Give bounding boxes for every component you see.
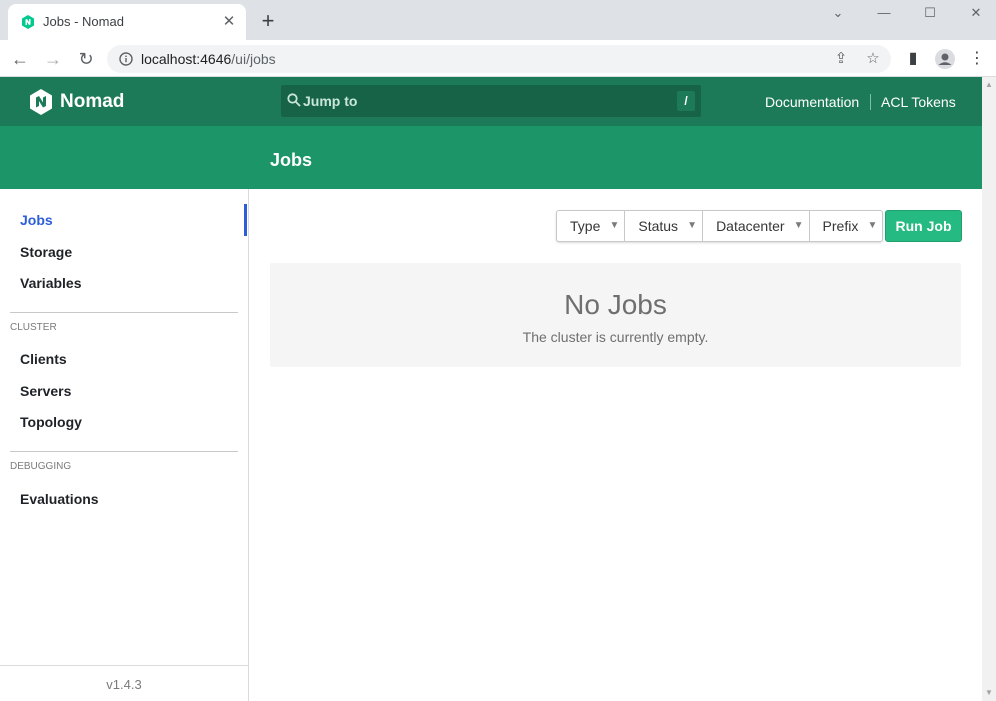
documentation-link[interactable]: Documentation <box>765 94 859 110</box>
empty-state-title: No Jobs <box>564 289 667 320</box>
page-scrollbar[interactable]: ▲ ▼ <box>982 77 996 701</box>
profile-icon[interactable] <box>934 48 956 70</box>
maximize-icon[interactable]: ☐ <box>919 4 941 22</box>
address-bar[interactable]: localhost:4646/ui/jobs ⇪ ☆ <box>107 45 891 73</box>
minimize-icon[interactable]: — <box>873 4 895 22</box>
reload-icon[interactable]: ↻ <box>75 48 97 70</box>
type-filter[interactable]: Type ▼ <box>557 211 626 241</box>
sidebar-divider <box>10 312 238 313</box>
search-shortcut-badge: / <box>677 91 695 111</box>
caret-down-icon: ▼ <box>793 220 804 231</box>
scroll-down-icon[interactable]: ▼ <box>985 689 993 697</box>
sidebar-footer-divider <box>0 665 248 666</box>
share-icon[interactable]: ⇪ <box>831 49 851 69</box>
nomad-app: Nomad Jump to / Documentation ACL Tokens… <box>0 77 982 701</box>
app-topbar: Nomad Jump to / Documentation ACL Tokens <box>0 77 982 126</box>
sidebar-group-debugging: DEBUGGING <box>10 461 72 472</box>
type-filter-label: Type <box>570 218 601 234</box>
empty-state: No Jobs The cluster is currently empty. <box>270 263 961 367</box>
datacenter-filter[interactable]: Datacenter ▼ <box>703 211 810 241</box>
close-icon[interactable]: ✕ <box>220 13 238 31</box>
acl-tokens-link[interactable]: ACL Tokens <box>881 94 956 110</box>
tab-title: Jobs - Nomad <box>43 14 124 29</box>
active-indicator <box>244 204 247 236</box>
caret-down-icon: ▼ <box>867 220 878 231</box>
sidebar-item-jobs[interactable]: Jobs <box>20 212 53 228</box>
search-icon <box>287 93 301 107</box>
sidebar-item-clients[interactable]: Clients <box>20 351 67 367</box>
sidebar-divider <box>10 451 238 452</box>
status-filter[interactable]: Status ▼ <box>625 211 704 241</box>
scroll-up-icon[interactable]: ▲ <box>985 81 993 89</box>
page-header: Jobs <box>0 126 982 189</box>
url-text: localhost:4646/ui/jobs <box>141 51 276 67</box>
status-filter-label: Status <box>638 218 679 234</box>
browser-tab[interactable]: Jobs - Nomad ✕ <box>8 4 246 40</box>
page-title: Jobs <box>270 150 313 170</box>
browser-toolbar: ← → ↻ localhost:4646/ui/jobs ⇪ ☆ ▮ ⋮ <box>0 40 996 77</box>
search-placeholder: Jump to <box>303 93 358 109</box>
brand-name[interactable]: Nomad <box>60 91 124 113</box>
main-content: Type ▼ Status ▼ Datacenter ▼ Prefix ▼ Run Jo… <box>249 189 982 701</box>
sidebar: Jobs Storage Variables CLUSTER Clients S… <box>0 189 249 701</box>
window-close-icon[interactable]: ✕ <box>965 4 987 22</box>
nomad-favicon <box>22 15 34 29</box>
sidebar-item-evaluations[interactable]: Evaluations <box>20 491 99 507</box>
sidebar-item-servers[interactable]: Servers <box>20 383 71 399</box>
caret-down-icon: ▼ <box>687 220 698 231</box>
sidepanel-icon[interactable]: ▮ <box>902 48 924 70</box>
tab-search-chevron-icon[interactable]: ⌄ <box>827 4 849 22</box>
empty-state-message: The cluster is currently empty. <box>522 329 709 345</box>
info-icon[interactable] <box>119 52 133 66</box>
star-icon[interactable]: ☆ <box>863 49 883 69</box>
nomad-logo[interactable] <box>30 89 52 115</box>
version-label: v1.4.3 <box>106 677 142 692</box>
prefix-filter[interactable]: Prefix ▼ <box>810 211 883 241</box>
run-job-button[interactable]: Run Job <box>885 210 962 242</box>
prefix-filter-label: Prefix <box>822 218 859 234</box>
sidebar-group-cluster: CLUSTER <box>10 322 57 333</box>
sidebar-item-topology[interactable]: Topology <box>20 414 82 430</box>
plus-icon[interactable]: + <box>258 10 278 32</box>
sidebar-item-variables[interactable]: Variables <box>20 275 82 291</box>
menu-icon[interactable]: ⋮ <box>966 48 988 70</box>
search-input[interactable]: Jump to / <box>281 85 701 117</box>
topbar-divider <box>870 94 871 110</box>
back-icon[interactable]: ← <box>9 48 31 70</box>
browser-tabstrip: Jobs - Nomad ✕ + ⌄ — ☐ ✕ <box>0 0 996 40</box>
caret-down-icon: ▼ <box>609 220 620 231</box>
forward-icon[interactable]: → <box>42 48 64 70</box>
datacenter-filter-label: Datacenter <box>716 218 785 234</box>
sidebar-item-storage[interactable]: Storage <box>20 244 72 260</box>
filter-bar: Type ▼ Status ▼ Datacenter ▼ Prefix ▼ <box>556 210 884 242</box>
